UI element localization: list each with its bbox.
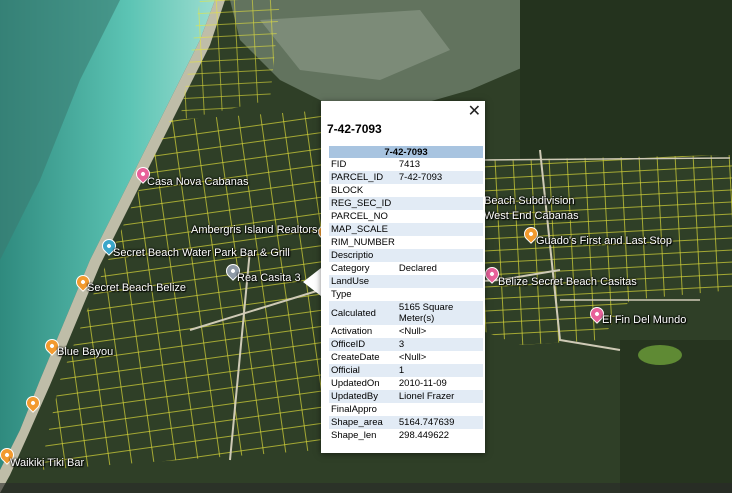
attr-value: 7-42-7093: [396, 171, 483, 184]
attr-value: [397, 236, 483, 249]
attr-value: <Null>: [398, 352, 427, 363]
attr-key: Calculated: [329, 301, 397, 325]
attr-key: Shape_len: [331, 430, 377, 441]
attr-key: Type: [331, 289, 352, 300]
map-label-belize-casitas[interactable]: Belize Secret Beach Casitas: [498, 276, 637, 288]
attr-key: OfficeID: [329, 338, 397, 351]
popup-pointer: [303, 268, 321, 296]
parcel-info-popup: ✕ 7-42-7093 7-42-7093 FID 7413 PARCEL_ID 7…: [321, 101, 485, 453]
attr-value: [396, 275, 483, 288]
attr-key: PARCEL_ID: [329, 171, 397, 184]
map-label-guados[interactable]: Guado's First and Last Stop: [536, 235, 672, 247]
map-label-blue-bayou[interactable]: Blue Bayou: [57, 346, 113, 358]
close-icon[interactable]: ✕: [468, 102, 481, 122]
attr-value: 3: [396, 338, 483, 351]
attr-value: 2010-11-09: [398, 378, 447, 389]
attr-value: [397, 184, 483, 197]
attr-key: BLOCK: [331, 185, 364, 196]
attr-key: UpdatedBy: [329, 390, 397, 403]
attr-value: [397, 403, 483, 416]
attr-key: LandUse: [329, 275, 397, 288]
map-label-ambergris-realtors[interactable]: Ambergris Island Realtors: [191, 224, 318, 236]
attr-key: FID: [331, 159, 347, 170]
popup-title: 7-42-7093: [327, 122, 382, 136]
attr-value: Declared: [398, 263, 437, 274]
attr-key: CreateDate: [331, 352, 380, 363]
attr-key: Official: [329, 364, 397, 377]
attr-value: <Null>: [398, 326, 427, 337]
map-label-west-end-cabanas[interactable]: West End Cabanas: [484, 210, 579, 222]
attr-key: UpdatedOn: [331, 378, 380, 389]
attr-value: [397, 210, 483, 223]
attr-value: 1: [396, 364, 483, 377]
map-label-beach-subdivision[interactable]: Beach Subdivision: [484, 195, 575, 207]
attr-value: 5164.747639: [396, 416, 483, 429]
attr-value: [396, 249, 483, 262]
attr-value: 7413: [398, 159, 421, 170]
map-label-el-fin-del-mundo[interactable]: El Fin Del Mundo: [602, 314, 686, 326]
attr-value: Lionel Frazer: [396, 390, 483, 403]
attr-value: 298.449622: [398, 430, 450, 441]
attr-key: Category: [331, 263, 370, 274]
attr-key: PARCEL_NO: [331, 211, 388, 222]
attr-key: Activation: [331, 326, 373, 337]
map-label-secret-beach-belize[interactable]: Secret Beach Belize: [87, 282, 186, 294]
attr-value: 5165 Square Meter(s): [396, 301, 483, 325]
map-label-waikiki[interactable]: Waikiki Tiki Bar: [10, 457, 84, 469]
attribute-table: 7-42-7093 FID 7413 PARCEL_ID 7-42-7093 BLO…: [329, 146, 483, 442]
map-label-casa-nova[interactable]: Casa Nova Cabanas: [147, 176, 249, 188]
map-label-water-park[interactable]: Secret Beach Water Park Bar & Grill: [113, 247, 290, 259]
attr-key: FinalAppro: [331, 404, 377, 415]
attr-key: Descriptio: [329, 249, 397, 262]
map-label-rea-casita[interactable]: Rea Casita 3: [237, 272, 301, 284]
attr-value: [396, 223, 483, 236]
attr-key: Shape_area: [329, 416, 397, 429]
attr-key: RIM_NUMBER: [331, 237, 395, 248]
attr-key: MAP_SCALE: [329, 223, 397, 236]
attr-value: [396, 197, 483, 210]
attr-key: REG_SEC_ID: [329, 197, 397, 210]
attr-value: [397, 288, 483, 301]
table-header: 7-42-7093: [329, 146, 483, 158]
